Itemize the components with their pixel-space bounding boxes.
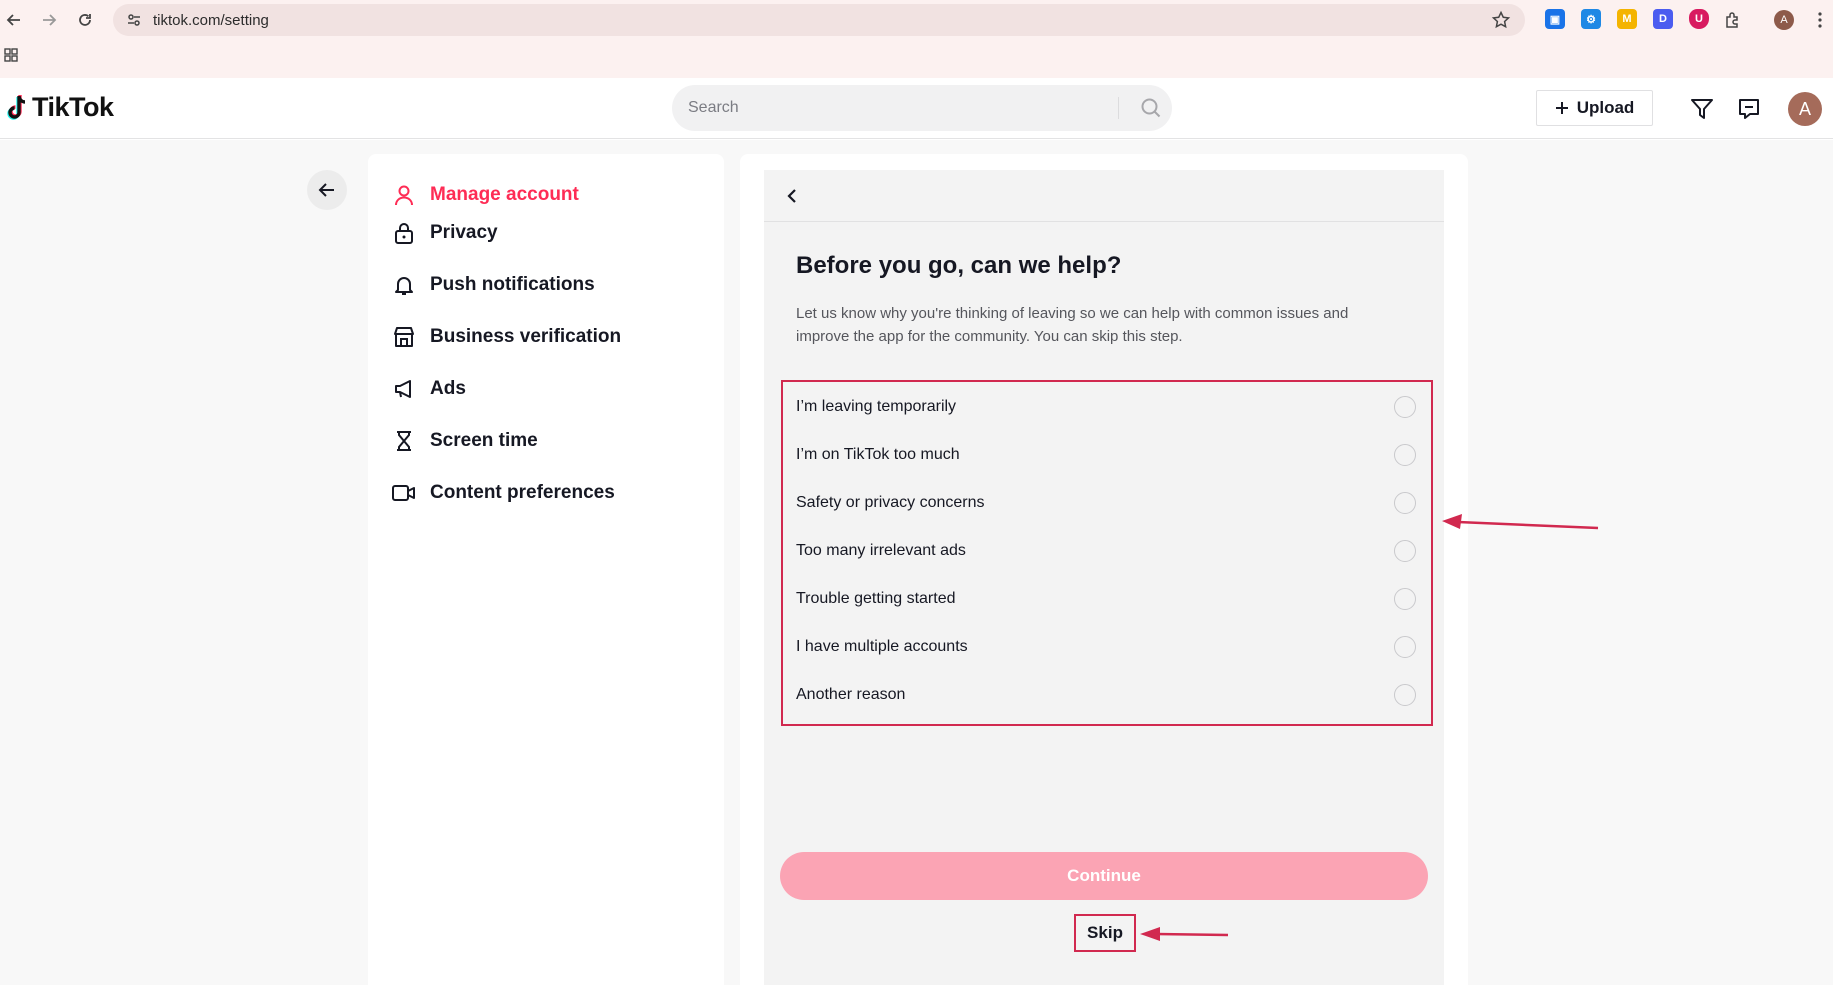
reason-option[interactable]: I’m on TikTok too much <box>796 440 1416 470</box>
dialog-title: Before you go, can we help? <box>796 252 1122 279</box>
profile-icon[interactable]: A <box>1771 7 1797 33</box>
delete-account-survey: Before you go, can we help? Let us know … <box>764 170 1444 985</box>
url-text[interactable]: tiktok.com/setting <box>153 12 269 29</box>
sidebar-item-manage-account[interactable]: Manage account <box>392 180 579 210</box>
hourglass-icon <box>392 429 416 453</box>
browser-reload-icon[interactable] <box>72 7 98 33</box>
site-settings-icon[interactable] <box>125 11 143 29</box>
reason-label: I have multiple accounts <box>796 638 968 655</box>
back-arrow-icon[interactable] <box>307 170 347 210</box>
reason-label: I’m leaving temporarily <box>796 398 957 415</box>
search-icon[interactable] <box>1130 85 1172 131</box>
inbox-message-icon[interactable] <box>1735 95 1763 123</box>
reason-option[interactable]: I have multiple accounts <box>796 632 1416 662</box>
radio-button[interactable] <box>1394 636 1416 658</box>
sidebar-item-label: Business verification <box>430 326 622 347</box>
logo-text: TikTok <box>32 92 114 122</box>
plus-icon <box>1555 101 1569 115</box>
reason-option[interactable]: I’m leaving temporarily <box>796 392 1416 422</box>
browser-forward-icon[interactable] <box>36 7 62 33</box>
upload-button[interactable]: Upload <box>1536 90 1653 126</box>
sidebar-item-label: Content preferences <box>430 482 615 503</box>
browser-back-icon[interactable] <box>1 7 27 33</box>
content-panel: Before you go, can we help? Let us know … <box>740 154 1468 985</box>
screenshot-extension-icon[interactable]: ▣ <box>1545 9 1565 29</box>
sidebar-item-label: Screen time <box>430 430 538 451</box>
video-icon <box>392 481 416 505</box>
bell-icon <box>392 273 416 297</box>
extensions-puzzle-icon[interactable] <box>1720 7 1746 33</box>
megaphone-icon <box>392 377 416 401</box>
sidebar-item-business-verification[interactable]: Business verification <box>392 322 621 352</box>
settings-sidebar: Manage account Privacy Push notification… <box>368 154 724 985</box>
reason-options: I’m leaving temporarily I’m on TikTok to… <box>781 380 1433 726</box>
radio-button[interactable] <box>1394 684 1416 706</box>
annotation-arrow-icon <box>1140 927 1229 941</box>
filter-send-icon[interactable] <box>1688 95 1716 123</box>
upload-label: Upload <box>1576 98 1635 117</box>
sidebar-item-content-preferences[interactable]: Content preferences <box>392 478 615 508</box>
continue-button[interactable]: Continue <box>780 852 1428 900</box>
radio-button[interactable] <box>1394 540 1416 562</box>
shield-extension-icon[interactable]: U <box>1689 9 1709 29</box>
settings-page: Manage account Privacy Push notification… <box>0 140 1833 985</box>
search-bar <box>672 85 1172 131</box>
sidebar-item-label: Ads <box>430 378 466 399</box>
lock-icon <box>392 221 416 245</box>
settings-extension-icon[interactable]: ⚙ <box>1581 9 1601 29</box>
browser-menu-icon[interactable] <box>1807 7 1833 33</box>
sidebar-item-label: Push notifications <box>430 274 595 295</box>
skip-button[interactable]: Skip <box>1074 914 1136 952</box>
sidebar-item-privacy[interactable]: Privacy <box>392 218 498 248</box>
address-bar[interactable]: tiktok.com/setting <box>113 4 1525 36</box>
sidebar-item-ads[interactable]: Ads <box>392 374 466 404</box>
browser-toolbar: tiktok.com/setting ▣ ⚙ M D U A <box>0 0 1833 78</box>
tiktok-header: TikTok Upload A <box>0 78 1833 139</box>
radio-button[interactable] <box>1394 396 1416 418</box>
reason-option[interactable]: Safety or privacy concerns <box>796 488 1416 518</box>
person-icon <box>392 183 416 207</box>
search-input[interactable] <box>688 99 1108 117</box>
user-avatar[interactable]: A <box>1788 92 1822 126</box>
search-divider <box>1118 97 1119 119</box>
reason-option[interactable]: Trouble getting started <box>796 584 1416 614</box>
reason-label: Too many irrelevant ads <box>796 542 966 559</box>
apps-grid-icon[interactable] <box>4 48 18 67</box>
dialog-description: Let us know why you're thinking of leavi… <box>796 305 1349 345</box>
mail-extension-icon[interactable]: M <box>1617 9 1637 29</box>
radio-button[interactable] <box>1394 444 1416 466</box>
sidebar-item-screen-time[interactable]: Screen time <box>392 426 538 456</box>
reason-label: Trouble getting started <box>796 590 956 607</box>
dialog-topbar <box>764 170 1444 222</box>
sidebar-item-label: Privacy <box>430 222 498 243</box>
radio-button[interactable] <box>1394 588 1416 610</box>
annotation-arrow-icon <box>1442 514 1599 530</box>
sidebar-item-label: Manage account <box>430 184 579 205</box>
reason-label: I’m on TikTok too much <box>796 446 960 463</box>
reason-label: Another reason <box>796 686 906 703</box>
tiktok-logo[interactable]: TikTok <box>6 92 114 123</box>
bookmark-star-icon[interactable] <box>1491 10 1511 35</box>
radio-button[interactable] <box>1394 492 1416 514</box>
reason-option[interactable]: Another reason <box>796 680 1416 710</box>
d-extension-icon[interactable]: D <box>1653 9 1673 29</box>
reason-label: Safety or privacy concerns <box>796 494 985 511</box>
tiktok-note-icon <box>7 94 26 120</box>
sidebar-item-push-notifications[interactable]: Push notifications <box>392 270 595 300</box>
chevron-left-icon[interactable] <box>780 184 804 208</box>
store-icon <box>392 325 416 349</box>
reason-option[interactable]: Too many irrelevant ads <box>796 536 1416 566</box>
